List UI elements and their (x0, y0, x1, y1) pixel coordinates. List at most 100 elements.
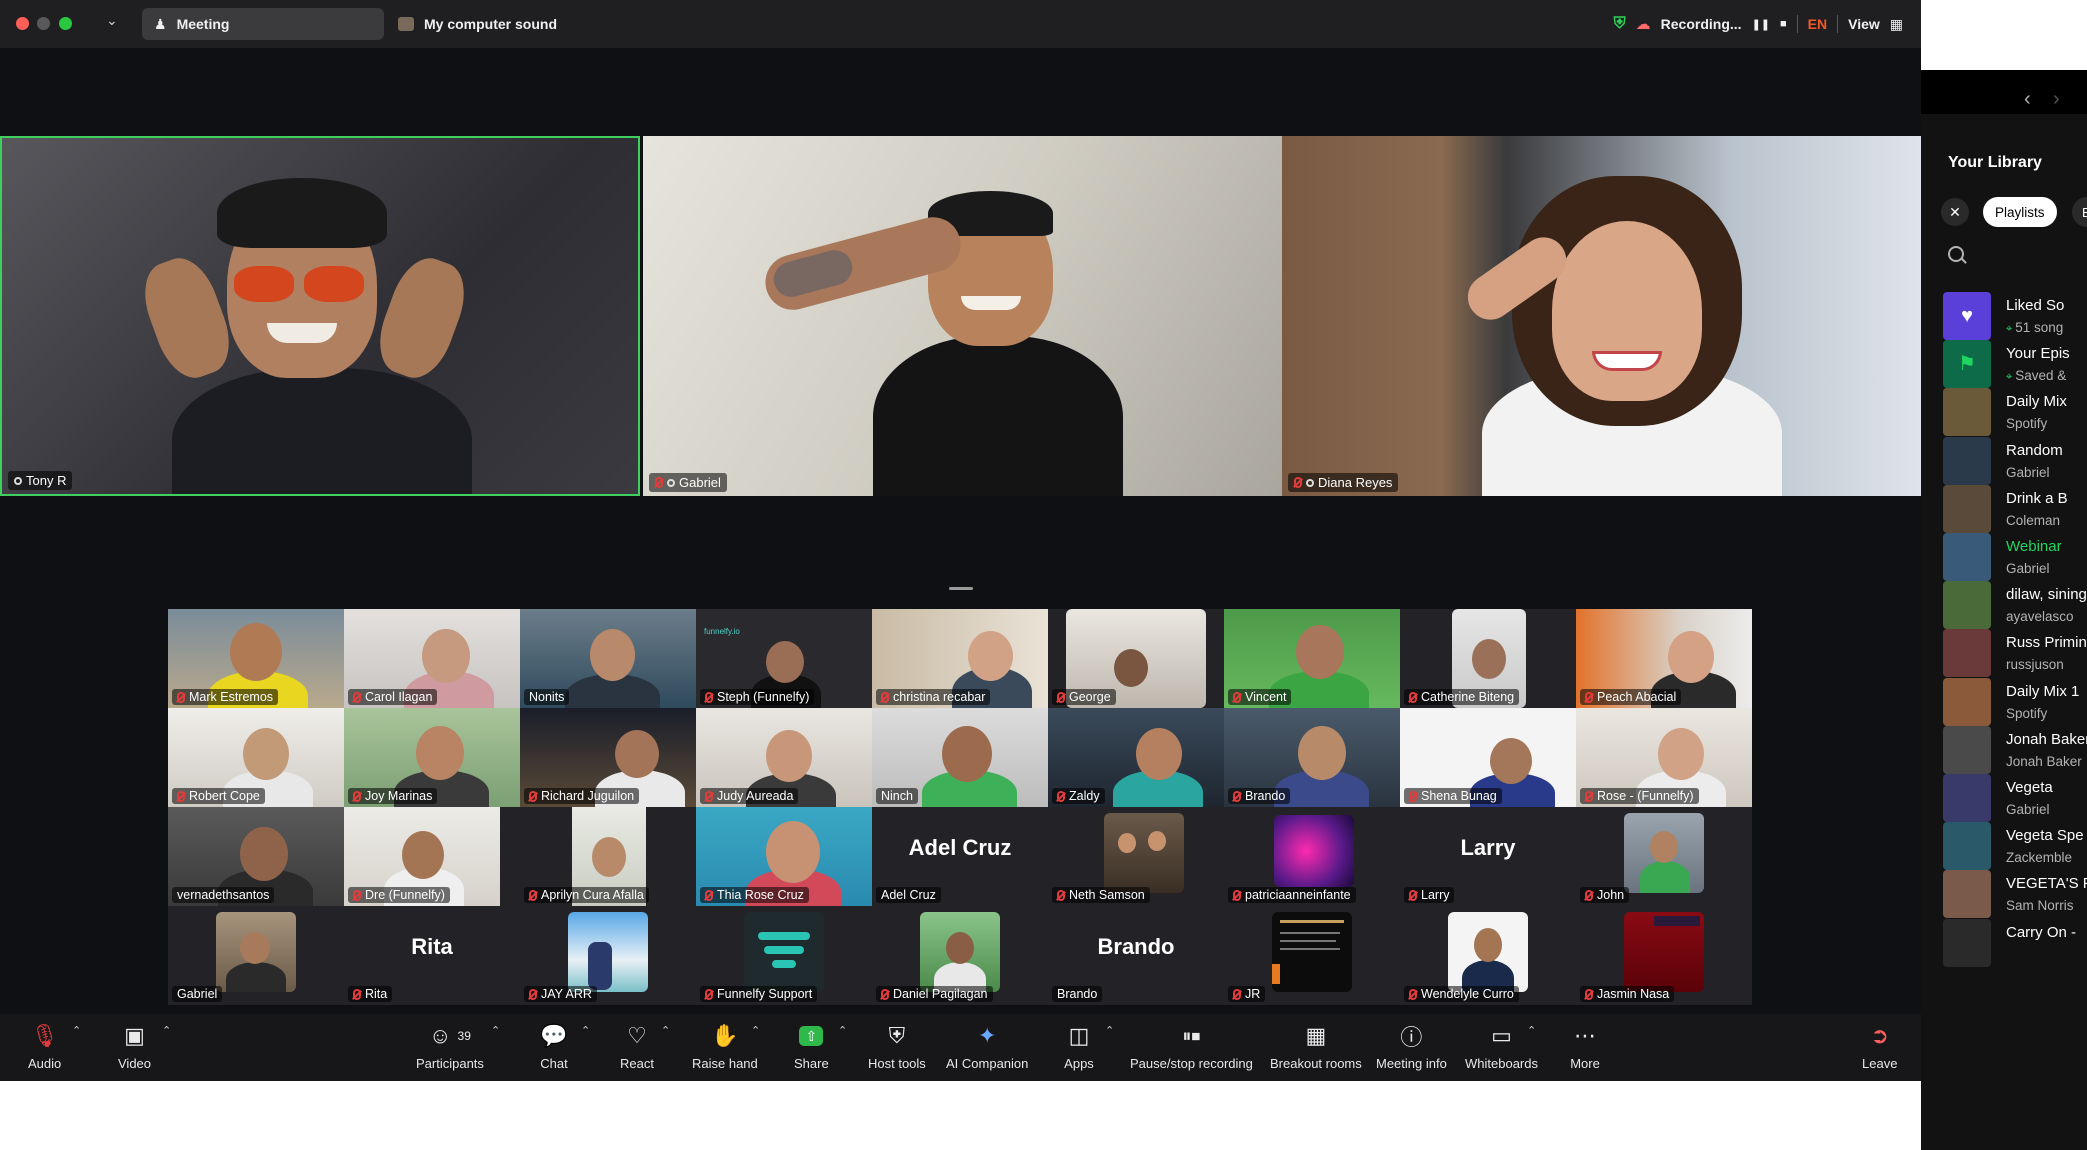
library-title[interactable]: Your Library (1948, 154, 2042, 172)
participant-tile[interactable]: Nonits (520, 609, 696, 708)
participant-tile[interactable]: Richard Juguilon (520, 708, 696, 807)
pause-recording-icon[interactable]: ❚❚ (1752, 18, 1770, 31)
chat-button[interactable]: 💬 Chat (538, 1022, 570, 1071)
participant-tile[interactable]: Catherine Biteng (1400, 609, 1576, 708)
computer-sound-tab[interactable]: My computer sound (398, 8, 557, 40)
search-icon[interactable] (1948, 246, 1964, 262)
language-indicator[interactable]: EN (1808, 16, 1827, 32)
funnelfy-logo: funnelfy.io (704, 627, 740, 636)
chat-caret-icon[interactable]: ⌃ (581, 1024, 590, 1037)
participant-tile[interactable]: Aprilyn Cura Afalla (520, 807, 696, 906)
participant-tile[interactable]: Dre (Funnelfy) (344, 807, 520, 906)
breakout-rooms-button[interactable]: ▦ Breakout rooms (1270, 1022, 1362, 1071)
raise-hand-button[interactable]: ✋ Raise hand (692, 1022, 758, 1071)
participant-tile[interactable]: vernadethsantos (168, 807, 344, 906)
view-button[interactable]: View (1848, 16, 1880, 32)
hand-icon: ✋ (711, 1023, 739, 1048)
speaker-tile-diana[interactable]: Diana Reyes (1282, 136, 1921, 496)
library-item-subtitle-text: Gabriel (2006, 464, 2050, 480)
participant-tile[interactable]: George (1048, 609, 1224, 708)
participant-tile[interactable]: JAY ARR (520, 906, 696, 1005)
meeting-tab[interactable]: ♟ Meeting (142, 8, 384, 40)
stop-recording-icon[interactable]: ■ (1780, 18, 1787, 30)
participant-tile[interactable]: Larry Larry (1400, 807, 1576, 906)
react-caret-icon[interactable]: ⌃ (661, 1024, 670, 1037)
react-button[interactable]: ♡ React (620, 1022, 654, 1071)
muted-mic-icon (177, 691, 185, 703)
chevron-right-icon[interactable]: › (2053, 88, 2060, 111)
participant-tile[interactable]: Ninch (872, 708, 1048, 807)
muted-mic-icon (177, 790, 185, 802)
participant-tile[interactable]: Thia Rose Cruz (696, 807, 872, 906)
ai-companion-label: AI Companion (946, 1056, 1029, 1071)
video-options-caret-icon[interactable]: ⌃ (162, 1024, 171, 1037)
participant-tile[interactable]: Brando Brando (1048, 906, 1224, 1005)
audio-options-caret-icon[interactable]: ⌃ (72, 1024, 81, 1037)
participant-tile[interactable]: JR (1224, 906, 1400, 1005)
shield-icon[interactable]: ⛨ (1614, 15, 1626, 33)
participant-tile[interactable]: Mark Estremos (168, 609, 344, 708)
speaker-tile-tony[interactable]: Tony R (0, 136, 640, 496)
apps-button[interactable]: ◫ Apps (1063, 1022, 1095, 1071)
participant-tile[interactable]: Brando (1224, 708, 1400, 807)
grid-view-icon[interactable]: ▦ (1890, 16, 1903, 33)
apps-caret-icon[interactable]: ⌃ (1105, 1024, 1114, 1037)
participant-tile[interactable]: patriciaanneinfante (1224, 807, 1400, 906)
meeting-info-button[interactable]: ⓘ Meeting info (1376, 1022, 1447, 1071)
whiteboards-caret-icon[interactable]: ⌃ (1527, 1024, 1536, 1037)
participant-tile[interactable]: Robert Cope (168, 708, 344, 807)
participant-name: Nonits (529, 690, 565, 704)
library-item-subtitle: ayavelasco (2006, 609, 2074, 624)
chevron-left-icon[interactable]: ‹ (2024, 88, 2031, 111)
host-tools-button[interactable]: ⛨ Host tools (868, 1022, 926, 1071)
library-item-title: Drink a B (2006, 489, 2068, 507)
participant-tile[interactable]: John (1576, 807, 1752, 906)
chevron-down-icon[interactable]: ⌄ (106, 12, 118, 29)
participant-tile[interactable]: Adel Cruz Adel Cruz (872, 807, 1048, 906)
filter-chip-secondary[interactable]: B (2072, 197, 2087, 227)
participant-tile[interactable]: Zaldy (1048, 708, 1224, 807)
more-button[interactable]: ⋯ More (1569, 1022, 1601, 1071)
audio-button[interactable]: 🎙 Audio (28, 1022, 61, 1071)
participant-tile[interactable]: Jasmin Nasa (1576, 906, 1752, 1005)
close-window-button[interactable] (16, 17, 29, 30)
playlist-cover-art (1943, 870, 1991, 919)
library-item[interactable]: Carry On - (1943, 915, 2087, 971)
speaker-tile-gabriel[interactable]: Gabriel (643, 136, 1283, 496)
library-item-subtitle-text: Gabriel (2006, 561, 2050, 576)
participant-name: Dre (Funnelfy) (365, 888, 445, 902)
clear-filter-close-icon[interactable]: ✕ (1941, 198, 1969, 226)
filter-chip-playlists[interactable]: Playlists (1983, 197, 2057, 227)
participant-tile[interactable]: Shena Bunag (1400, 708, 1576, 807)
participant-tile[interactable]: Rose - (Funnelfy) (1576, 708, 1752, 807)
playlist-cover-art (1943, 725, 1991, 774)
participant-tile[interactable]: Gabriel (168, 906, 344, 1005)
participant-tile[interactable]: Judy Aureada (696, 708, 872, 807)
maximize-window-button[interactable] (59, 17, 72, 30)
ai-companion-button[interactable]: ✦ AI Companion (946, 1022, 1028, 1071)
muted-mic-icon (705, 889, 713, 901)
resize-handle[interactable] (949, 587, 973, 590)
participant-tile[interactable]: Wendelyle Curro (1400, 906, 1576, 1005)
participant-tile[interactable]: Funnelfy Support (696, 906, 872, 1005)
minimize-window-button[interactable] (37, 17, 50, 30)
participant-tile[interactable]: funnelfy.io Steph (Funnelfy) (696, 609, 872, 708)
leave-button[interactable]: ➲ Leave (1862, 1022, 1897, 1071)
share-button[interactable]: ⇧ Share (794, 1022, 829, 1071)
participant-tile[interactable]: Joy Marinas (344, 708, 520, 807)
pause-stop-recording-button[interactable]: ⏸⏹ Pause/stop recording (1130, 1022, 1253, 1072)
playlist-cover-art: ♥ (1943, 292, 1991, 340)
participant-tile[interactable]: Daniel Pagilagan (872, 906, 1048, 1005)
participant-tile[interactable]: Vincent (1224, 609, 1400, 708)
participant-tile[interactable]: christina recabar (872, 609, 1048, 708)
raise-hand-caret-icon[interactable]: ⌃ (751, 1024, 760, 1037)
share-caret-icon[interactable]: ⌃ (838, 1024, 847, 1037)
participant-tile[interactable]: Peach Abacial (1576, 609, 1752, 708)
participant-tile[interactable]: Carol Ilagan (344, 609, 520, 708)
video-button[interactable]: ▣ Video (118, 1022, 151, 1071)
playlist-cover-art (1943, 533, 1991, 581)
participant-tile[interactable]: Rita Rita (344, 906, 520, 1005)
participant-tile[interactable]: Neth Samson (1048, 807, 1224, 906)
participants-button[interactable]: ☺ 39 Participants (416, 1022, 484, 1071)
participants-caret-icon[interactable]: ⌃ (491, 1024, 500, 1037)
